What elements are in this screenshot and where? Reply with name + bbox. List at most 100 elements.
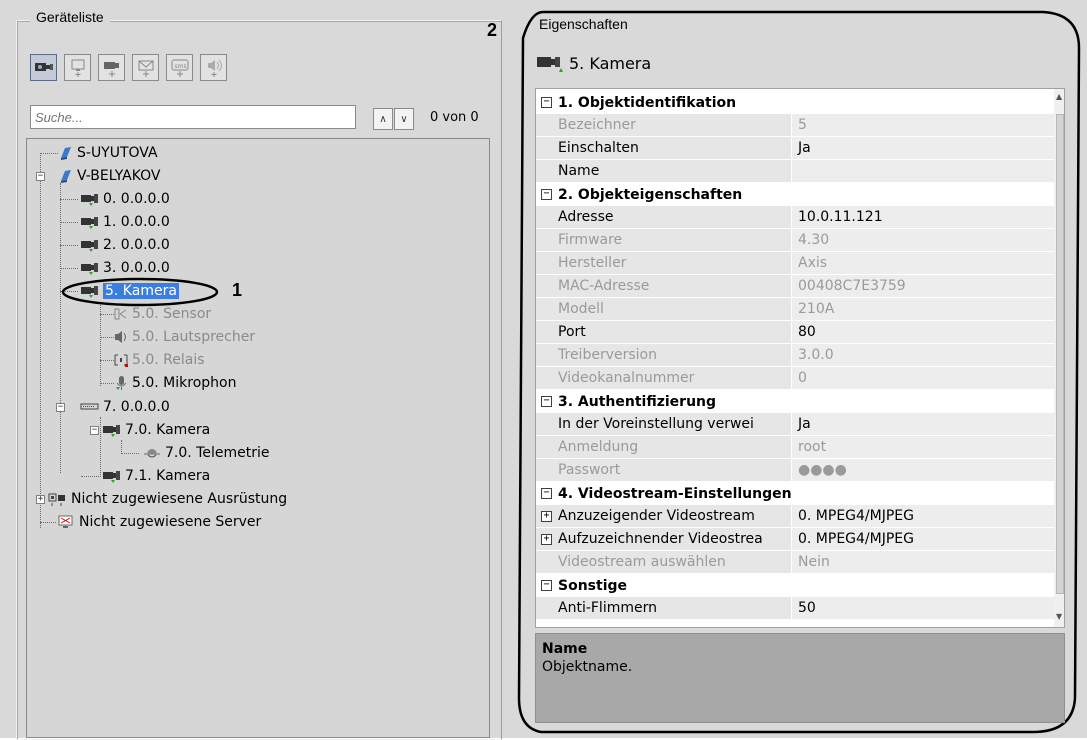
camera-search-button[interactable] bbox=[30, 54, 57, 81]
property-name: Firmware bbox=[536, 229, 791, 252]
property-name: Anmeldung bbox=[536, 436, 791, 459]
tree-node-device[interactable]: 3. 0.0.0.0 bbox=[60, 258, 170, 278]
camera-search-icon bbox=[34, 62, 53, 71]
add-sms-button[interactable]: sms bbox=[166, 54, 193, 81]
add-monitor-button[interactable] bbox=[64, 54, 91, 81]
property-row[interactable]: Anti-Flimmern 50 bbox=[536, 597, 1055, 620]
property-name: Aufzuzeichnender Videostrea bbox=[536, 528, 791, 551]
search-result-count: 0 von 0 bbox=[430, 110, 479, 125]
property-value[interactable]: Ja bbox=[791, 413, 1055, 436]
scroll-up-arrow-icon[interactable]: ▲ bbox=[1056, 92, 1062, 101]
property-row[interactable]: Adresse 10.0.11.121 bbox=[536, 206, 1055, 229]
collapse-toggle[interactable]: − bbox=[56, 403, 65, 412]
property-row[interactable]: Anmeldung root bbox=[536, 436, 1055, 459]
tree-node-device[interactable]: − 7. 0.0.0.0 bbox=[56, 397, 170, 417]
category-title: 2. Objekteigenschaften bbox=[558, 186, 743, 203]
camera-icon bbox=[103, 425, 120, 437]
tree-node-camera[interactable]: 7.1. Kamera bbox=[81, 466, 211, 486]
camera-icon bbox=[81, 263, 98, 275]
equipment-icon bbox=[48, 493, 65, 506]
property-value: Axis bbox=[791, 252, 1055, 275]
scrollbar-thumb[interactable] bbox=[1056, 114, 1064, 594]
device-list-title: Geräteliste bbox=[30, 9, 110, 25]
tree-node-label: 5.0. Lautsprecher bbox=[132, 329, 256, 345]
property-row[interactable]: MAC-Adresse 00408C7E3759 bbox=[536, 275, 1055, 298]
property-row[interactable]: Bezeichner 5 bbox=[536, 114, 1055, 137]
expand-toggle[interactable]: + bbox=[541, 511, 552, 522]
add-email-button[interactable] bbox=[132, 54, 159, 81]
tree-node-device[interactable]: 0. 0.0.0.0 bbox=[60, 189, 170, 209]
expand-toggle[interactable]: + bbox=[541, 534, 552, 545]
tree-node-label: V-BELYAKOV bbox=[77, 168, 161, 184]
property-row[interactable]: Name bbox=[536, 160, 1055, 183]
tree-node-label: 1. 0.0.0.0 bbox=[103, 214, 170, 230]
tree-node-microphone[interactable]: 5.0. Mikrophon bbox=[100, 373, 236, 393]
search-next-button[interactable]: ∨ bbox=[394, 108, 414, 130]
property-value[interactable]: Ja bbox=[791, 137, 1055, 160]
property-row[interactable]: Videostream auswählen Nein bbox=[536, 551, 1055, 574]
property-value[interactable]: 50 bbox=[791, 597, 1055, 620]
property-value[interactable]: 0. MPEG4/MJPEG bbox=[791, 505, 1055, 528]
property-value[interactable]: 0. MPEG4/MJPEG bbox=[791, 528, 1055, 551]
tree-node-relay[interactable]: 5.0. Relais bbox=[100, 350, 205, 370]
object-title: 5. Kamera bbox=[569, 53, 652, 73]
category-row[interactable]: − 3. Authentifizierung bbox=[536, 390, 1055, 413]
property-description-box: Name Objektname. bbox=[535, 633, 1065, 723]
property-row[interactable]: Treiberversion 3.0.0 bbox=[536, 344, 1055, 367]
property-value: 0 bbox=[791, 367, 1055, 390]
tree-line bbox=[60, 183, 61, 473]
property-value: 5 bbox=[791, 114, 1055, 137]
property-row[interactable]: Modell 210A bbox=[536, 298, 1055, 321]
tree-line bbox=[40, 153, 41, 528]
tree-node-server[interactable]: S-UYUTOVA bbox=[40, 143, 158, 163]
scroll-down-arrow-icon[interactable]: ▼ bbox=[1056, 612, 1062, 621]
tree-node-speaker[interactable]: 5.0. Lautsprecher bbox=[100, 327, 256, 347]
property-row-expandable[interactable]: + Anzuzeigender Videostream 0. MPEG4/MJP… bbox=[536, 505, 1055, 528]
tree-node-unassigned-equipment[interactable]: + Nicht zugewiesene Ausrüstung bbox=[30, 489, 287, 509]
tree-node-device[interactable]: 2. 0.0.0.0 bbox=[60, 235, 170, 255]
property-row[interactable]: In der Voreinstellung verwei Ja bbox=[536, 413, 1055, 436]
add-camera-button[interactable] bbox=[98, 54, 125, 81]
property-row[interactable]: Einschalten Ja bbox=[536, 137, 1055, 160]
category-row[interactable]: − 4. Videostream-Einstellungen bbox=[536, 482, 1055, 505]
tree-node-camera[interactable]: − 7.0. Kamera bbox=[82, 420, 210, 440]
collapse-toggle[interactable]: − bbox=[541, 396, 552, 407]
property-row-expandable[interactable]: + Aufzuzeichnender Videostrea 0. MPEG4/M… bbox=[536, 528, 1055, 551]
property-row[interactable]: Videokanalnummer 0 bbox=[536, 367, 1055, 390]
category-row[interactable]: − Sonstige bbox=[536, 574, 1055, 597]
tree-node-label: 3. 0.0.0.0 bbox=[103, 260, 170, 276]
property-value[interactable]: 10.0.11.121 bbox=[791, 206, 1055, 229]
add-speaker-button[interactable] bbox=[200, 54, 227, 81]
tree-node-label: 7.1. Kamera bbox=[125, 468, 211, 484]
collapse-toggle[interactable]: − bbox=[541, 189, 552, 200]
collapse-toggle[interactable]: − bbox=[541, 488, 552, 499]
collapse-toggle[interactable]: − bbox=[36, 172, 45, 181]
expand-toggle[interactable]: + bbox=[36, 495, 45, 504]
tree-node-device[interactable]: 1. 0.0.0.0 bbox=[60, 212, 170, 232]
property-name: Videostream auswählen bbox=[536, 551, 791, 574]
property-name: MAC-Adresse bbox=[536, 275, 791, 298]
collapse-toggle[interactable]: − bbox=[541, 580, 552, 591]
tree-node-unassigned-servers[interactable]: Nicht zugewiesene Server bbox=[40, 512, 261, 532]
property-value[interactable]: 80 bbox=[791, 321, 1055, 344]
chevron-up-icon: ∧ bbox=[379, 113, 387, 125]
search-previous-button[interactable]: ∧ bbox=[373, 108, 393, 130]
tree-node-label: Nicht zugewiesene Ausrüstung bbox=[71, 491, 288, 507]
property-row[interactable]: Hersteller Axis bbox=[536, 252, 1055, 275]
property-value[interactable] bbox=[791, 160, 1055, 183]
collapse-toggle[interactable]: − bbox=[541, 97, 552, 108]
category-row[interactable]: − 2. Objekteigenschaften bbox=[536, 183, 1055, 206]
property-row[interactable]: Firmware 4.30 bbox=[536, 229, 1055, 252]
microphone-icon bbox=[116, 376, 127, 390]
property-name: Anzuzeigender Videostream bbox=[536, 505, 791, 528]
category-row[interactable]: − 1. Objektidentifikation bbox=[536, 91, 1055, 114]
device-search-input[interactable] bbox=[30, 105, 356, 129]
collapse-toggle[interactable]: − bbox=[90, 426, 99, 435]
property-name: Einschalten bbox=[536, 137, 791, 160]
tree-node-server[interactable]: − V-BELYAKOV bbox=[36, 166, 161, 186]
property-row[interactable]: Passwort ●●●● bbox=[536, 459, 1055, 482]
property-grid[interactable]: − 1. Objektidentifikation Bezeichner 5 E… bbox=[535, 88, 1065, 628]
tree-node-telemetry[interactable]: 7.0. Telemetrie bbox=[121, 443, 269, 463]
property-value: 00408C7E3759 bbox=[791, 275, 1055, 298]
property-row[interactable]: Port 80 bbox=[536, 321, 1055, 344]
